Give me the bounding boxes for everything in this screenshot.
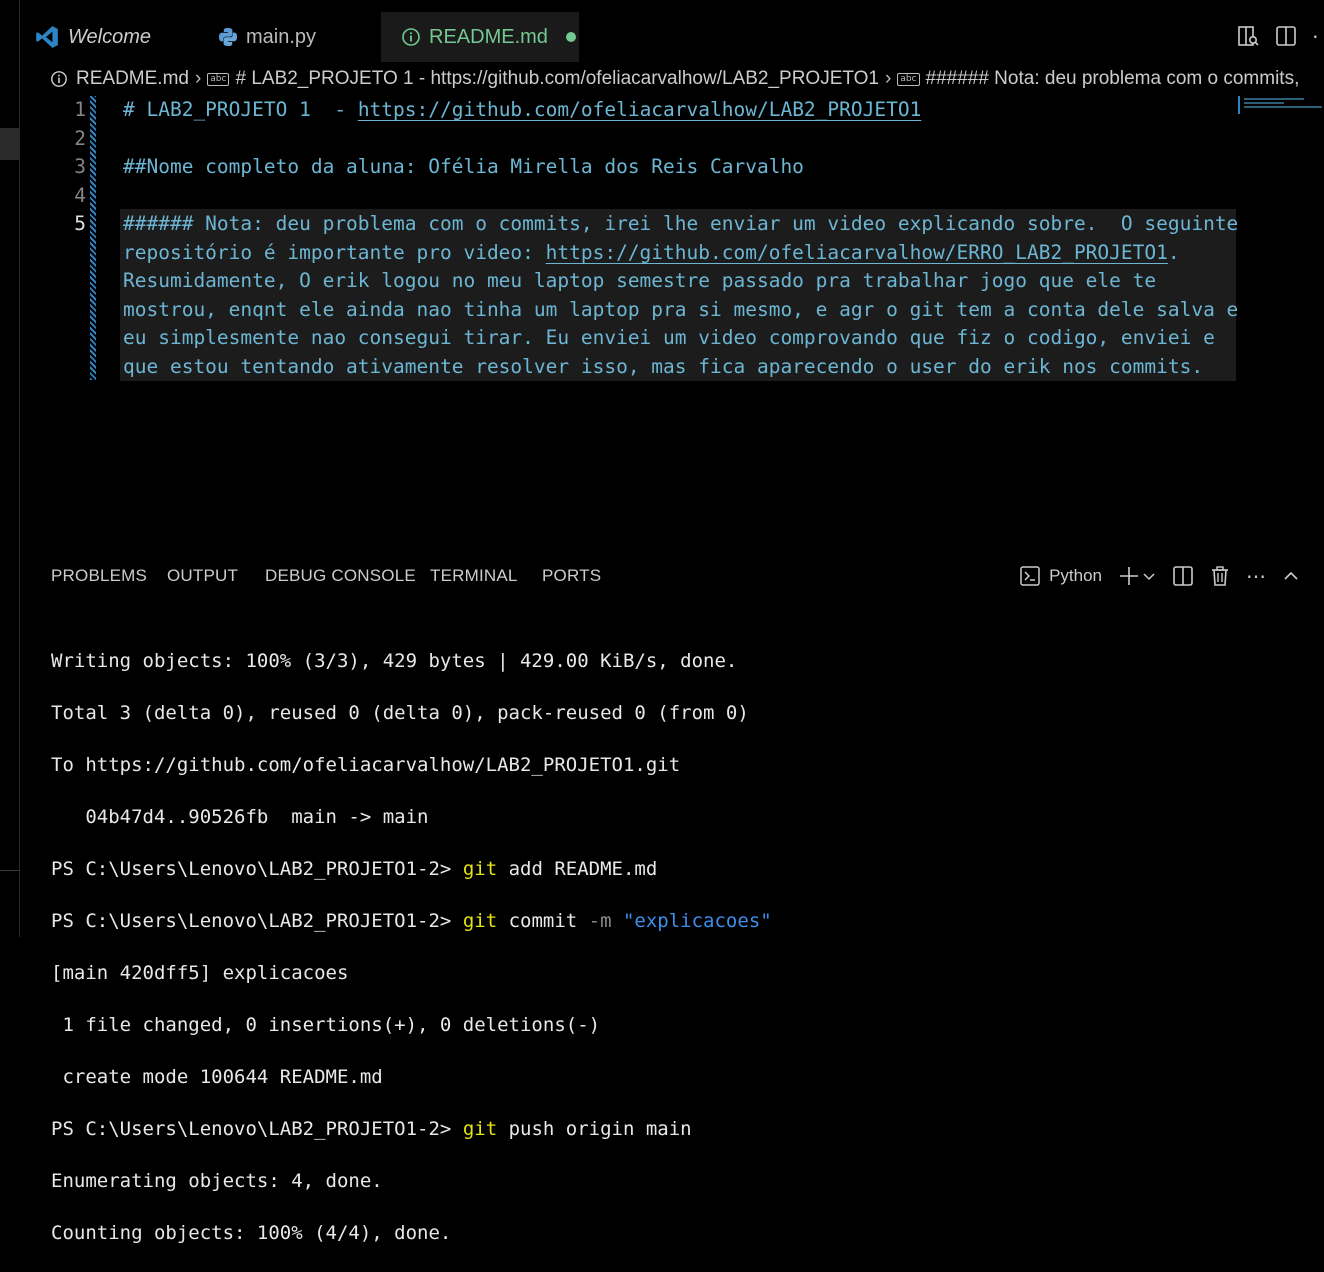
editor-actions: ⋯	[1236, 12, 1324, 60]
code-line-5b: repositório é importante pro video: http…	[123, 241, 1180, 264]
tab-ports[interactable]: PORTS	[542, 556, 601, 596]
trash-icon[interactable]	[1210, 565, 1230, 587]
git-command: git	[462, 910, 498, 932]
chevron-down-icon	[1143, 573, 1155, 581]
panel-header: PROBLEMS OUTPUT DEBUG CONSOLE TERMINAL P…	[20, 556, 1324, 596]
terminal-line: 04b47d4..90526fb main -> main	[51, 806, 429, 828]
terminal-line: create mode 100644 README.md	[51, 1066, 383, 1088]
tab-welcome[interactable]: Welcome	[34, 12, 214, 62]
tab-main-py[interactable]: main.py	[218, 12, 378, 62]
code-line-5a: ###### Nota: deu problema com o commits,…	[123, 212, 1239, 235]
error-repo-link[interactable]: https://github.com/ofeliacarvalhow/ERRO_…	[546, 241, 1168, 264]
tab-readme[interactable]: README.md	[381, 12, 579, 62]
heading-text: # LAB2_PROJETO 1 -	[123, 98, 358, 121]
breadcrumb-info-icon	[50, 70, 68, 88]
command-args: add README.md	[497, 858, 658, 880]
terminal-line: Enumerating objects: 4, done.	[51, 1170, 383, 1192]
tab-problems[interactable]: PROBLEMS	[51, 556, 147, 596]
terminal-line: Counting objects: 100% (4/4), done.	[51, 1222, 452, 1244]
terminal-line: To https://github.com/ofeliacarvalhow/LA…	[51, 754, 681, 776]
breadcrumb-section-2[interactable]: ###### Nota: deu problema com o commits,	[926, 68, 1300, 90]
unsaved-dot-icon[interactable]	[565, 32, 576, 42]
repo-link[interactable]: https://github.com/ofeliacarvalhow/LAB2_…	[358, 98, 922, 121]
line-number: 1	[74, 98, 86, 121]
breadcrumb-file[interactable]: README.md	[76, 68, 189, 90]
open-preview-icon[interactable]	[1236, 24, 1260, 48]
more-icon[interactable]: ⋯	[1246, 564, 1266, 589]
info-icon	[401, 27, 421, 47]
terminal-line: 1 file changed, 0 insertions(+), 0 delet…	[51, 1014, 601, 1036]
terminal-icon	[1019, 565, 1041, 587]
activity-strip-divider	[0, 870, 20, 871]
minimap[interactable]	[1238, 96, 1324, 114]
breadcrumb: README.md › abc # LAB2_PROJETO 1 - https…	[50, 66, 1324, 92]
code-line-1: # LAB2_PROJETO 1 - https://github.com/of…	[123, 98, 921, 121]
command-args: commit	[497, 910, 589, 932]
split-terminal-icon[interactable]	[1172, 565, 1194, 587]
terminal-selector[interactable]: Python	[1019, 565, 1102, 587]
git-gutter-added	[90, 96, 96, 380]
code-line-5c: Resumidamente, O erik logou no meu lapto…	[123, 269, 1157, 292]
vscode-logo-icon	[34, 24, 60, 50]
terminal-name: Python	[1049, 566, 1102, 585]
line-number: 4	[74, 184, 86, 207]
code-line-5f: que estou tentando ativamente resolver i…	[123, 355, 1204, 378]
code-editor[interactable]: 1 2 3 4 5 # LAB2_PROJETO 1 - https://git…	[20, 94, 1324, 544]
terminal-command-line: PS C:\Users\Lenovo\LAB2_PROJETO1-2> git …	[51, 1116, 772, 1142]
prompt: PS C:\Users\Lenovo\LAB2_PROJETO1-2>	[51, 910, 463, 932]
tab-debug-console[interactable]: DEBUG CONSOLE	[265, 556, 416, 596]
terminal-line: Writing objects: 100% (3/3), 429 bytes |…	[51, 650, 738, 672]
chevron-right-icon: ›	[884, 68, 892, 89]
chevron-right-icon: ›	[194, 68, 202, 89]
command-string: "explicacoes"	[611, 910, 772, 932]
terminal-output[interactable]: Writing objects: 100% (3/3), 429 bytes |…	[51, 622, 772, 1272]
line-number: 3	[74, 155, 86, 178]
terminal-command-line: PS C:\Users\Lenovo\LAB2_PROJETO1-2> git …	[51, 908, 772, 934]
split-editor-icon[interactable]	[1274, 24, 1298, 48]
terminal-line: [main 420dff5] explicacoes	[51, 962, 349, 984]
terminal-command-line: PS C:\Users\Lenovo\LAB2_PROJETO1-2> git …	[51, 856, 772, 882]
plus-icon	[1120, 567, 1138, 585]
string-symbol-icon: abc	[207, 72, 230, 86]
code-line-3: ##Nome completo da aluna: Ofélia Mirella…	[123, 155, 804, 178]
terminal-line: Total 3 (delta 0), reused 0 (delta 0), p…	[51, 702, 749, 724]
line-number: 5	[74, 212, 86, 235]
tab-output[interactable]: OUTPUT	[167, 556, 238, 596]
code-text: .	[1167, 241, 1180, 264]
activity-strip	[0, 0, 20, 937]
prompt: PS C:\Users\Lenovo\LAB2_PROJETO1-2>	[51, 858, 463, 880]
command-args: push origin main	[497, 1118, 692, 1140]
chevron-up-icon[interactable]	[1282, 567, 1300, 585]
panel-actions: Python ⋯	[1019, 556, 1300, 596]
git-command: git	[462, 1118, 498, 1140]
tab-main-py-label: main.py	[246, 25, 317, 48]
editor-tab-bar: Welcome main.py README.md	[20, 12, 1324, 62]
code-text: repositório é importante pro video:	[123, 241, 546, 264]
git-command: git	[462, 858, 498, 880]
command-flag: -m	[588, 910, 612, 932]
prompt: PS C:\Users\Lenovo\LAB2_PROJETO1-2>	[51, 1118, 463, 1140]
code-line-5e: eu simplesmente nao consegui tirar. Eu e…	[123, 326, 1215, 349]
more-actions-icon[interactable]: ⋯	[1312, 24, 1320, 48]
new-terminal-button[interactable]	[1118, 565, 1156, 587]
tab-terminal[interactable]: TERMINAL	[430, 556, 518, 596]
tab-readme-label: README.md	[429, 25, 548, 48]
string-symbol-icon: abc	[897, 72, 920, 86]
activity-strip-marker	[0, 128, 20, 160]
python-icon	[218, 27, 238, 47]
code-line-5d: mostrou, enqnt ele ainda nao tinha um la…	[123, 298, 1239, 321]
breadcrumb-section-1[interactable]: # LAB2_PROJETO 1 - https://github.com/of…	[235, 68, 879, 90]
line-number: 2	[74, 127, 86, 150]
tab-welcome-label: Welcome	[68, 25, 151, 48]
